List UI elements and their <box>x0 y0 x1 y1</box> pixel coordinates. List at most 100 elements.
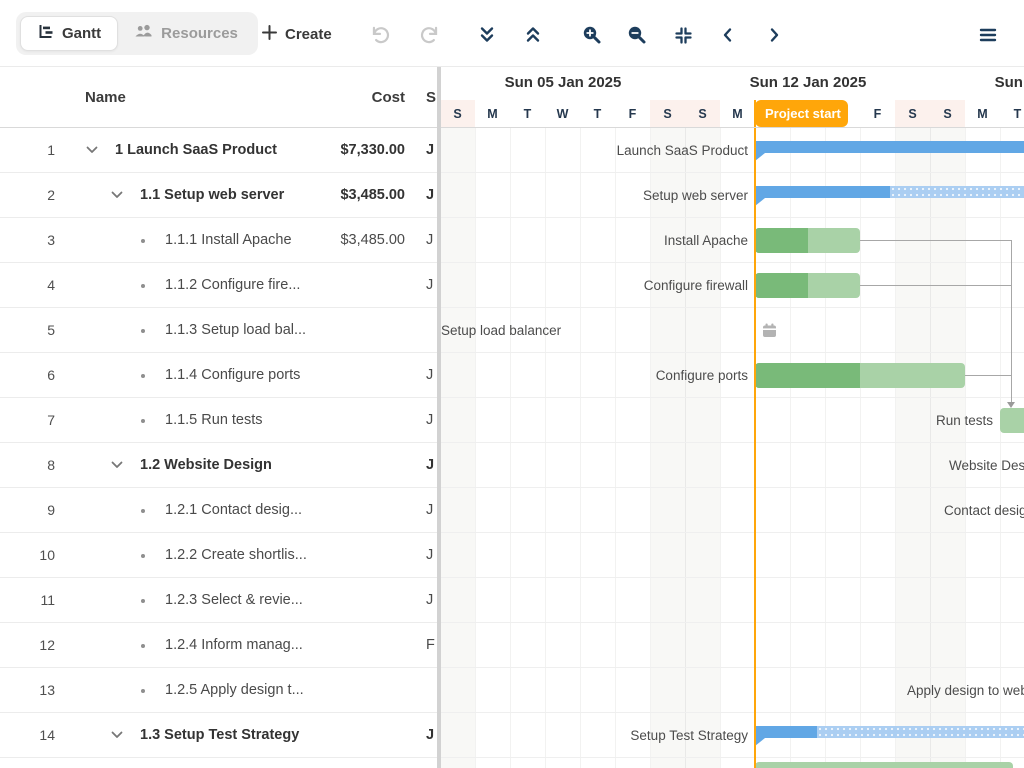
table-row[interactable]: 21.1 Setup web server$3,485.00J <box>0 173 437 218</box>
expand-all-button[interactable] <box>469 17 505 53</box>
grid-line <box>615 128 616 768</box>
summary-bar[interactable] <box>755 141 1024 153</box>
tab-gantt[interactable]: Gantt <box>20 16 118 51</box>
plus-icon <box>262 25 277 44</box>
table-row[interactable]: 131.2.5 Apply design t... <box>0 668 437 713</box>
timeline-day-cell: T <box>580 100 615 128</box>
task-start: J <box>426 713 434 757</box>
summary-bar-remaining[interactable] <box>817 726 1024 738</box>
bar-label: Configure firewall <box>644 276 748 296</box>
table-row[interactable]: 11 1.2.3 Select & revie... J <box>0 578 437 623</box>
row-line <box>441 172 1024 173</box>
timeline-day-cell: S <box>650 100 685 128</box>
timeline-week-header: Sun 12 Jan 2025 <box>750 67 867 99</box>
next-timespan-button[interactable] <box>756 17 792 53</box>
timeline-day-cell: S <box>441 100 475 128</box>
row-number: 11 <box>0 578 55 622</box>
row-number: 9 <box>0 488 55 532</box>
table-row[interactable]: 11 Launch SaaS Product$7,330.00J <box>0 128 437 173</box>
row-line <box>441 262 1024 263</box>
bar-label: Setup web server <box>643 186 748 206</box>
table-row[interactable]: 121.2.4 Inform manag...F <box>0 623 437 668</box>
timeline-day-cell: W <box>545 100 580 128</box>
task-name: 1.2.1 Contact desig... <box>165 488 302 532</box>
grid-line <box>825 128 826 768</box>
table-row[interactable]: 41.1.2 Configure fire...J <box>0 263 437 308</box>
gantt-bar[interactable] <box>755 363 965 388</box>
previous-timespan-button[interactable] <box>710 17 746 53</box>
summary-bar[interactable] <box>755 186 890 198</box>
row-line <box>441 532 1024 533</box>
task-start: J <box>426 263 433 307</box>
menu-button[interactable] <box>970 17 1006 53</box>
column-name[interactable]: Name <box>85 67 126 128</box>
zoom-in-button[interactable] <box>574 17 610 53</box>
table-row[interactable]: 51.1.3 Setup load bal... <box>0 308 437 353</box>
table-row[interactable]: 61.1.4 Configure portsJ <box>0 353 437 398</box>
summary-bar-remaining[interactable] <box>890 186 1024 198</box>
summary-bar[interactable] <box>755 726 817 738</box>
task-name: 1.2.3 Select & revie... <box>165 578 303 622</box>
table-row[interactable]: 141.3 Setup Test StrategyJ <box>0 713 437 758</box>
grid-line <box>650 128 651 768</box>
gantt-bar[interactable] <box>755 273 860 298</box>
table-row[interactable]: 71.1.5 Run testsJ <box>0 398 437 443</box>
task-start: J <box>426 533 433 577</box>
progress-fill <box>755 273 808 298</box>
zoom-out-button[interactable] <box>619 17 655 53</box>
task-cost: $3,485.00 <box>340 218 405 262</box>
grid-line <box>790 128 791 768</box>
bar-label: Contact designers <box>944 501 1024 521</box>
expander-icon[interactable] <box>84 142 100 158</box>
table-row[interactable]: 31.1.1 Install Apache$3,485.00J <box>0 218 437 263</box>
bar-label: Launch SaaS Product <box>617 141 748 161</box>
bar-label: Setup load balancer <box>441 321 561 341</box>
table-row[interactable]: 91.2.1 Contact desig...J <box>0 488 437 533</box>
table-row[interactable] <box>0 758 437 768</box>
column-cost[interactable]: Cost <box>372 67 405 128</box>
table-row[interactable]: 81.2 Website DesignJ <box>0 443 437 488</box>
grid-line <box>580 128 581 768</box>
undo-button[interactable] <box>362 17 398 53</box>
gantt-bar[interactable] <box>755 228 860 253</box>
redo-button[interactable] <box>412 17 448 53</box>
gantt-bar[interactable] <box>1000 408 1024 433</box>
chart-body: Launch SaaS Product Setup web server Insta… <box>441 128 1024 768</box>
task-name: 1.2 Website Design <box>140 443 272 487</box>
column-start[interactable]: S <box>426 67 436 128</box>
grid-line <box>510 128 511 768</box>
expander-icon[interactable] <box>109 457 125 473</box>
table-row[interactable]: 101.2.2 Create shortlis...J <box>0 533 437 578</box>
expander-icon[interactable] <box>109 187 125 203</box>
task-start: J <box>426 128 434 172</box>
dependency-line <box>860 240 1011 241</box>
create-button[interactable]: Create <box>262 14 332 54</box>
row-number: 14 <box>0 713 55 757</box>
row-number: 12 <box>0 623 55 667</box>
weekend-band <box>895 128 930 768</box>
zoom-to-fit-button[interactable] <box>665 17 701 53</box>
row-number: 1 <box>0 128 55 172</box>
task-name: 1.2.2 Create shortlis... <box>165 533 307 577</box>
expander-icon[interactable] <box>109 727 125 743</box>
bullet-icon <box>141 284 145 288</box>
gantt-bar[interactable] <box>755 762 1013 768</box>
dependency-line <box>1011 240 1012 402</box>
timeline-day-cell: T <box>1000 100 1024 128</box>
timeline-day-cell: S <box>895 100 930 128</box>
grid-line <box>475 128 476 768</box>
bar-label: Install Apache <box>664 231 748 251</box>
row-line <box>441 217 1024 218</box>
task-name: 1.1 Setup web server <box>140 173 284 217</box>
view-switcher: Gantt Resources <box>16 12 258 55</box>
timeline-day-cell: T <box>510 100 545 128</box>
row-number: 6 <box>0 353 55 397</box>
collapse-all-button[interactable] <box>515 17 551 53</box>
row-number: 2 <box>0 173 55 217</box>
dependency-line <box>860 285 1011 286</box>
splitter[interactable] <box>437 67 441 768</box>
task-start: J <box>426 578 433 622</box>
tab-resources[interactable]: Resources <box>118 16 254 51</box>
bullet-icon <box>141 554 145 558</box>
task-name: 1 Launch SaaS Product <box>115 128 277 172</box>
